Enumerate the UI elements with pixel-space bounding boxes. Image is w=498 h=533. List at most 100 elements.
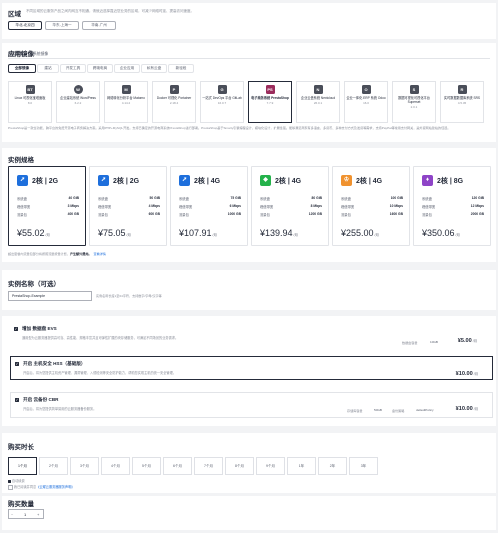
- rocket-icon: ➚: [179, 175, 190, 186]
- spec-name: 2核 | 4G: [194, 178, 221, 185]
- evs-capacity-value[interactable]: 10GB: [430, 340, 438, 344]
- spec-price: ¥255.00/月: [341, 228, 379, 238]
- image-card-superset[interactable]: S 数据可视化可视化平台 Superset 2.0.1: [392, 81, 436, 123]
- spec-name: 2核 | 2G: [113, 178, 140, 185]
- region-option-guangzhou[interactable]: 华南-广州: [82, 21, 116, 30]
- duration-5-months[interactable]: 5个月: [132, 457, 161, 475]
- quantity-plus-button[interactable]: +: [37, 512, 39, 517]
- spec-row-disk: 系统盘 40 GiB: [17, 196, 79, 201]
- image-card-srs[interactable]: R 实时数据数据库系统 SRS 4.5.45: [440, 81, 484, 123]
- spec-row-bandwidth: 峰值带宽 12 Mbps: [422, 204, 484, 209]
- agreement-checkbox[interactable]: [8, 484, 13, 490]
- category-ecommerce[interactable]: 跨境电商: [87, 64, 113, 73]
- image-card-prestashop[interactable]: PS 电子商务系统 PrestaShop 7.7.9: [248, 81, 292, 123]
- rocket-icon: ➚: [17, 175, 28, 186]
- image-version: 8.0: [27, 101, 33, 105]
- hss-checkbox[interactable]: ✓: [15, 362, 19, 366]
- spec-row-bandwidth: 峰值带宽 4 Mbps: [98, 204, 160, 209]
- quantity-stepper[interactable]: − 1 +: [8, 509, 44, 519]
- spec-price: ¥139.94/月: [260, 228, 298, 238]
- category-site[interactable]: 建站: [37, 64, 59, 73]
- image-card-odoo[interactable]: O 企业一体化 ERP 系统 Odoo 16.0: [344, 81, 388, 123]
- image-card-nextcloud[interactable]: N 企业云盘系统 Nextcloud 26.0.1: [296, 81, 340, 123]
- image-version: 4.5.45: [457, 101, 467, 105]
- region-option-selected[interactable]: 华北-北京四: [8, 21, 42, 30]
- odoo-icon: O: [361, 85, 371, 94]
- category-new[interactable]: 新径段: [168, 64, 194, 73]
- category-all[interactable]: 全部镜像: [8, 64, 36, 73]
- addon-cbr[interactable]: ✓ 开启 云备份 CBR 开启后，将为您提供简单易用的云服务器备份服务。 存储库…: [10, 392, 493, 418]
- spec-name: 2核 | 4G: [356, 178, 383, 185]
- image-name: Linux 可视化宝塔面板: [14, 96, 46, 100]
- auto-renew-checkbox[interactable]: [8, 479, 11, 483]
- image-name: 企业一体化 ERP 系统 Odoo: [346, 96, 386, 100]
- spec-card-1[interactable]: ➚ 2核 | 2G 系统盘 40 GiB 峰值带宽 3 Mbps 流量包 400 GB…: [8, 166, 86, 246]
- spec-detail-link[interactable]: 查看详情: [94, 252, 106, 256]
- cbr-policy-label: 备份策略: [392, 409, 405, 413]
- image-card-bt[interactable]: BT Linux 可视化宝塔面板 8.0: [8, 81, 52, 123]
- spec-card-2[interactable]: ➚ 2核 | 2G 系统盘 50 GiB 峰值带宽 4 Mbps 流量包 600 GB…: [89, 166, 167, 246]
- duration-9-months[interactable]: 9个月: [256, 457, 285, 475]
- image-card-matomo[interactable]: M 网络转化分析平台 Matomo 4.14.2: [104, 81, 148, 123]
- spec-name: 2核 | 8G: [437, 178, 464, 185]
- spec-row-disk: 系统盘 50 GiB: [98, 196, 160, 201]
- spec-card-5[interactable]: ♔ 2核 | 4G 系统盘 100 GiB 峰值带宽 10 Mbps 流量包 1600…: [332, 166, 410, 246]
- category-devtools[interactable]: 开发工具: [60, 64, 86, 73]
- instance-name-section: [2, 270, 496, 310]
- duration-3-years[interactable]: 3年: [349, 457, 378, 475]
- category-cloud-disk[interactable]: 私有云盘: [141, 64, 167, 73]
- spec-row-traffic: 流量包 1200 GB: [260, 212, 322, 217]
- addon-hss[interactable]: ✓ 开启 主机安全 HSS（基础版） 开启后，将为您提供主机资产管理、漏洞管理、…: [10, 356, 493, 380]
- prestashop-icon: PS: [265, 85, 275, 94]
- cbr-policy-value[interactable]: defaultPolicy: [416, 408, 434, 412]
- rocket-icon: ➚: [98, 175, 109, 186]
- image-name: Docker 可视化 Portainer: [156, 96, 192, 100]
- quantity-value[interactable]: 1: [24, 512, 26, 517]
- duration-3-months[interactable]: 3个月: [70, 457, 99, 475]
- image-name: 数据可视化可视化平台 Superset: [398, 96, 430, 104]
- image-version: 2.0.1: [410, 105, 418, 109]
- spec-card-4[interactable]: ◆ 2核 | 4G 系统盘 80 GiB 峰值带宽 8 Mbps 流量包 1200 G…: [251, 166, 329, 246]
- image-version: 7.7.9: [266, 101, 274, 105]
- spec-row-bandwidth: 峰值带宽 3 Mbps: [17, 204, 79, 209]
- addon-title: 开启 主机安全 HSS（基础版）: [23, 360, 86, 366]
- duration-6-months[interactable]: 6个月: [163, 457, 192, 475]
- region-title: 区域: [8, 11, 21, 18]
- superset-icon: S: [409, 85, 419, 94]
- image-name: 实时数据数据库系统 SRS: [443, 96, 481, 100]
- duration-1-year[interactable]: 1年: [287, 457, 316, 475]
- instance-name-input[interactable]: PrestaShop-Example: [8, 291, 92, 301]
- quantity-minus-button[interactable]: −: [11, 512, 13, 517]
- duration-2-months[interactable]: 2个月: [39, 457, 68, 475]
- cbr-checkbox[interactable]: ✓: [15, 398, 19, 402]
- duration-7-months[interactable]: 7个月: [194, 457, 223, 475]
- cbr-capacity-value[interactable]: 50GB: [374, 408, 382, 412]
- addon-evs[interactable]: ✓ 增加 数据盘 EVS 通用型为云服务器提供高可靠、高性能、规格丰富并且可弹性…: [10, 322, 491, 345]
- region-option-shanghai[interactable]: 华东-上海一: [45, 21, 79, 30]
- duration-title: 购买时长: [8, 444, 34, 451]
- agreement-link[interactable]: 《云耀云服务器服务声明》: [36, 485, 74, 489]
- bt-icon: BT: [25, 85, 35, 94]
- evs-checkbox[interactable]: ✓: [14, 327, 18, 331]
- gitlab-icon: G: [217, 85, 227, 94]
- addon-desc: 开启后，将为您提供简单易用的云服务器备份服务。: [23, 407, 97, 411]
- image-card-gitlab[interactable]: G 一站式 DevOps 平台 GitLab 16.0.7: [200, 81, 244, 123]
- addon-desc: 通用型为云服务器提供高可靠、高性能、规格丰富并且可弹性扩展的块存储服务，可满足不…: [22, 336, 179, 340]
- spec-row-traffic: 流量包 2000 GB: [422, 212, 484, 217]
- addon-title: 开启 云备份 CBR: [23, 396, 59, 402]
- tab-app-images[interactable]: 应用镜像: [8, 52, 23, 57]
- category-enterprise[interactable]: 企业应用: [114, 64, 140, 73]
- tab-system-images[interactable]: 系统镜像: [33, 52, 48, 57]
- duration-8-months[interactable]: 8个月: [225, 457, 254, 475]
- duration-1-month[interactable]: 1个月: [8, 457, 37, 475]
- spec-card-3[interactable]: ➚ 2核 | 4G 系统盘 75 GiB 峰值带宽 6 Mbps 流量包 1000 G…: [170, 166, 248, 246]
- duration-4-months[interactable]: 4个月: [101, 457, 130, 475]
- instance-name-title: 实例名称（可选）: [8, 281, 60, 288]
- spec-price: ¥107.91/月: [179, 228, 217, 238]
- duration-2-years[interactable]: 2年: [318, 457, 347, 475]
- image-version: 6.2.2: [74, 101, 82, 105]
- image-card-portainer[interactable]: P Docker 可视化 Portainer 2.18.4: [152, 81, 196, 123]
- spec-card-6[interactable]: ♦ 2核 | 8G 系统盘 120 GiB 峰值带宽 12 Mbps 流量包 2000…: [413, 166, 491, 246]
- spec-row-traffic: 流量包 400 GB: [17, 212, 79, 217]
- image-card-wordpress[interactable]: W 企业建站系统 WordPress 6.2.2: [56, 81, 100, 123]
